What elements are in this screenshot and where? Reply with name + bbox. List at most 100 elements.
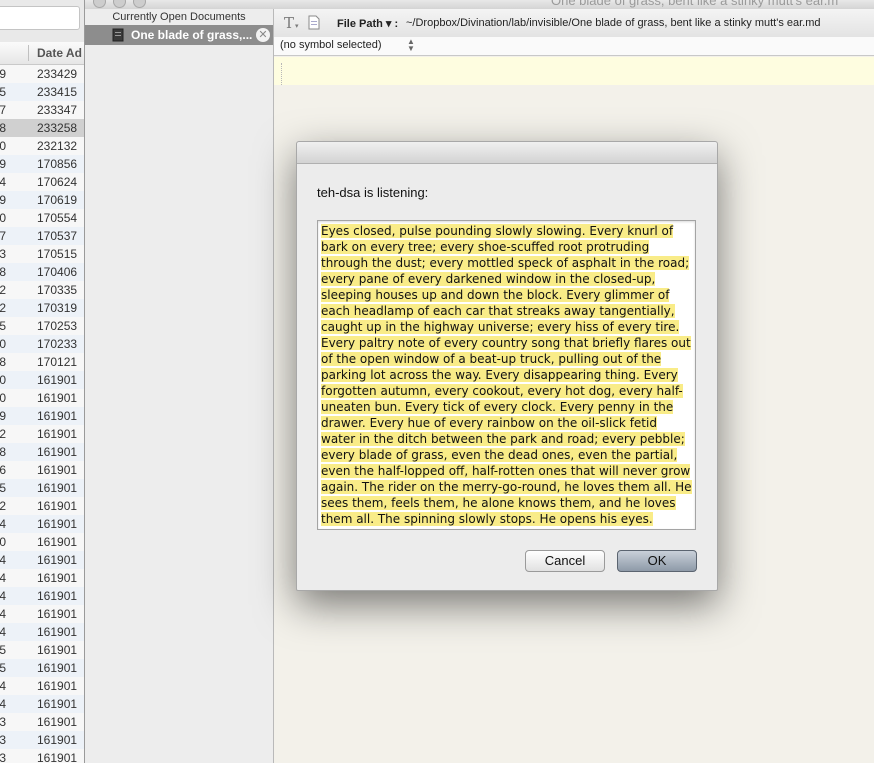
list-row[interactable]: 3 170515 [0,245,84,263]
list-cell: 42 [0,499,6,513]
list-cell: 5 [0,85,6,99]
input-dialog: teh-dsa is listening: Eyes closed, pulse… [296,141,718,591]
list-row[interactable]: 54 161901 [0,587,84,605]
cancel-button[interactable]: Cancel [525,550,605,572]
sidebar-header: Currently Open Documents [112,11,246,23]
list-cell: 5 [0,319,6,333]
list-row[interactable]: 5 170253 [0,317,84,335]
list-cell: 20 [0,535,6,549]
list-cell: 02 [0,427,6,441]
date-added-cell: 161901 [37,427,78,441]
list-row[interactable]: 55 161901 [0,641,84,659]
date-added-cell: 161901 [37,481,78,495]
sidebar-item-label: One blade of grass,... [131,28,253,42]
list-cell: 9 [0,193,6,207]
list-row[interactable]: 9 233429 [0,65,84,83]
column-divider[interactable] [28,45,29,61]
list-row[interactable]: 9 170856 [0,155,84,173]
list-row[interactable]: 05 161901 [0,659,84,677]
date-added-cell: 161901 [37,571,78,585]
date-added-cell: 161901 [37,661,78,675]
sidebar-item-document[interactable]: One blade of grass,... ✕ [85,25,273,45]
date-added-cell: 170335 [37,283,78,297]
background-search-field[interactable] [0,6,80,30]
background-toolbar [0,0,84,42]
list-row[interactable]: 54 161901 [0,551,84,569]
list-row[interactable]: 03 161901 [0,713,84,731]
dialog-titlebar[interactable] [297,142,717,164]
list-cell: 50 [0,373,6,387]
zoom-window-button[interactable] [133,0,146,8]
list-cell: 03 [0,751,6,763]
date-added-cell: 170233 [37,337,78,351]
list-row[interactable]: 44 161901 [0,515,84,533]
list-cell: 54 [0,589,6,603]
list-row[interactable]: 2 170319 [0,299,84,317]
list-row[interactable]: 88 161901 [0,443,84,461]
date-added-cell: 170515 [37,247,78,261]
list-cell: 88 [0,445,6,459]
list-row[interactable]: 5 233415 [0,83,84,101]
list-row[interactable]: 50 161901 [0,371,84,389]
ok-button[interactable]: OK [617,550,697,572]
list-cell: 0 [0,211,6,225]
symbol-select-value: (no symbol selected) [280,39,382,51]
list-row[interactable]: 4 170624 [0,173,84,191]
list-row[interactable]: 42 161901 [0,497,84,515]
window-title: One blade of grass, bent like a stinky m… [551,0,839,8]
list-row[interactable]: 56 161901 [0,461,84,479]
list-cell: 9 [0,157,6,171]
list-cell: 54 [0,571,6,585]
list-header[interactable]: Date Ad [0,42,84,65]
list-row[interactable]: 03 161901 [0,731,84,749]
list-cell: 04 [0,697,6,711]
date-added-cell: 170253 [37,319,78,333]
text-tool-icon[interactable]: T [284,14,294,32]
date-added-cell: 161901 [37,445,78,459]
date-added-cell: 170554 [37,211,78,225]
list-row[interactable]: 54 161901 [0,623,84,641]
list-row[interactable]: 54 161901 [0,569,84,587]
file-path-value: ~/Dropbox/Divination/lab/invisible/One b… [406,17,821,29]
dialog-text-input[interactable]: Eyes closed, pulse pounding slowly slowi… [317,220,696,530]
list-cell: 2 [0,283,6,297]
close-window-button[interactable] [93,0,106,8]
list-row[interactable]: 54 161901 [0,605,84,623]
list-cell: 3 [0,247,6,261]
list-cell: 56 [0,463,6,477]
list-row[interactable]: 0 170554 [0,209,84,227]
list-row[interactable]: 15 161901 [0,479,84,497]
list-row[interactable]: 8 170406 [0,263,84,281]
list-row[interactable]: 0 232132 [0,137,84,155]
date-added-column-header[interactable]: Date Ad [37,46,82,60]
list-row[interactable]: 04 161901 [0,695,84,713]
list-row[interactable]: 7 233347 [0,101,84,119]
list-row[interactable]: 0 170233 [0,335,84,353]
chevron-down-icon[interactable]: ▾ [295,22,299,30]
list-row[interactable]: 04 161901 [0,677,84,695]
list-row[interactable]: 29 161901 [0,407,84,425]
list-cell: 15 [0,481,6,495]
list-row[interactable]: 02 161901 [0,425,84,443]
list-row[interactable]: 7 170537 [0,227,84,245]
list-row[interactable]: 50 161901 [0,389,84,407]
date-added-cell: 233347 [37,103,78,117]
list-row[interactable]: 03 161901 [0,749,84,763]
list-row[interactable]: 8 233258 [0,119,84,137]
minimize-window-button[interactable] [113,0,126,8]
list-cell: 8 [0,265,6,279]
list-cell: 2 [0,301,6,315]
list-row[interactable]: 2 170335 [0,281,84,299]
file-path-menu[interactable]: File Path ▾ : [337,17,398,30]
symbol-select[interactable]: (no symbol selected) ▲ ▼ [278,38,416,53]
window-titlebar[interactable]: One blade of grass, bent like a stinky m… [85,0,874,9]
date-added-cell: 170319 [37,301,78,315]
document-info-icon[interactable] [307,15,321,30]
list-row[interactable]: 20 161901 [0,533,84,551]
list-row[interactable]: 8 170121 [0,353,84,371]
date-added-cell: 170121 [37,355,78,369]
open-documents-sidebar: Currently Open Documents One blade of gr… [85,9,274,763]
list-row[interactable]: 9 170619 [0,191,84,209]
list-cell: 8 [0,121,6,135]
close-document-icon[interactable]: ✕ [256,28,270,42]
